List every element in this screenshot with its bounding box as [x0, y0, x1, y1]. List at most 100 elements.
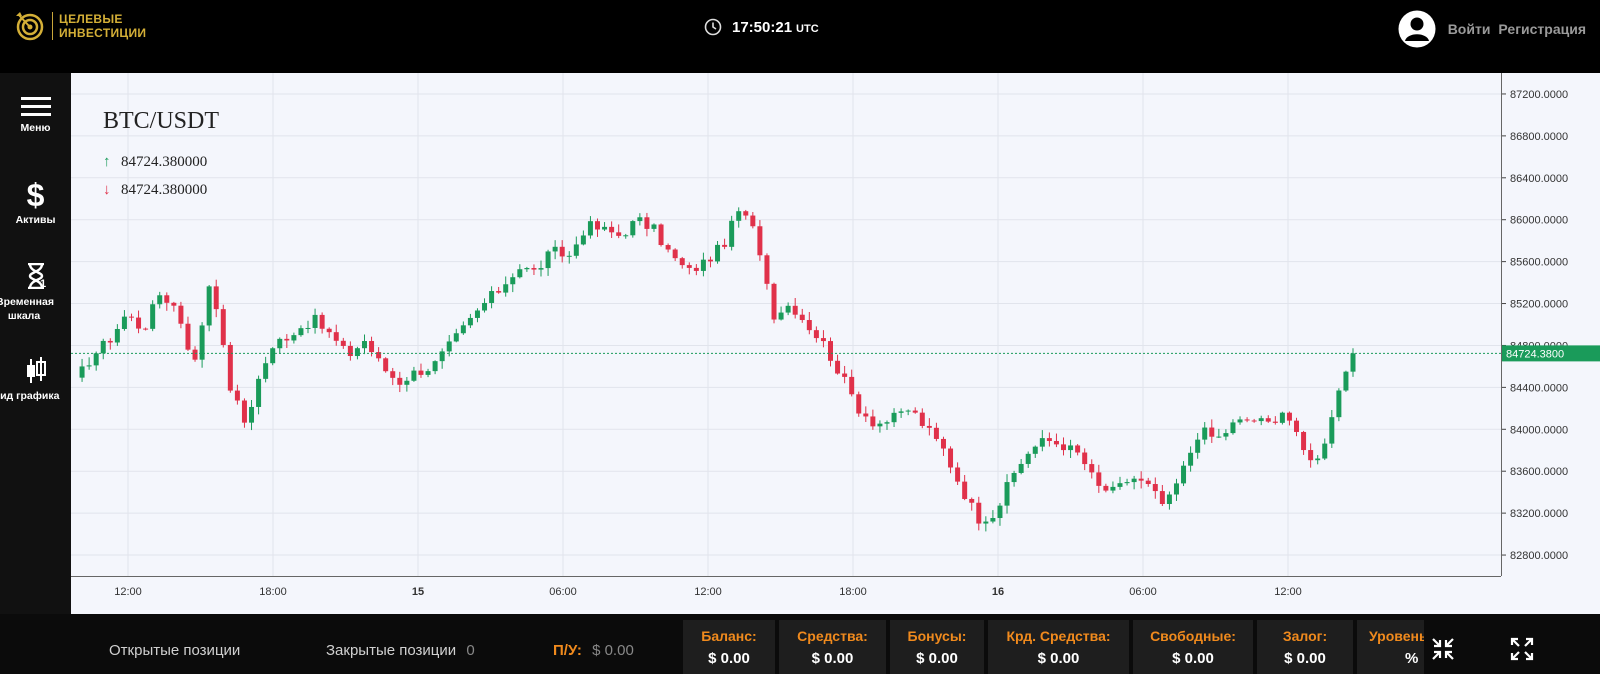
candle-body: [1279, 412, 1285, 423]
candle-body: [863, 413, 869, 417]
candle-body: [658, 224, 664, 246]
candle-body: [948, 448, 954, 468]
candle-body: [164, 295, 170, 303]
candle-body: [651, 224, 657, 229]
candle-body: [990, 518, 996, 522]
candle-body: [157, 295, 163, 305]
sidebar-item-timeframe[interactable]: 1 Временная шкала: [0, 261, 71, 323]
arrow-up-icon: ↑: [103, 154, 111, 170]
candle-body: [404, 380, 410, 385]
candle-body: [340, 340, 346, 346]
x-axis-tick-label: 06:00: [549, 586, 577, 598]
candle-body: [270, 348, 276, 364]
candle-body: [1216, 436, 1222, 438]
candle-body: [206, 286, 212, 326]
brand-logo[interactable]: ЦЕЛЕВЫЕ ИНВЕСТИЦИИ: [14, 10, 146, 42]
candle-body: [771, 283, 777, 320]
bid-price: ↓ 84724.380000: [103, 182, 207, 199]
timeframe-badge: 1: [40, 278, 47, 290]
dollar-icon: $: [26, 177, 45, 213]
server-clock: 17:50:21 UTC: [704, 18, 819, 36]
brand-line-1: ЦЕЛЕВЫЕ: [59, 12, 123, 26]
candle-body: [1138, 478, 1144, 481]
candle-body: [764, 255, 770, 284]
candle-body: [1237, 419, 1243, 423]
stat-label: Баланс:: [701, 628, 757, 644]
tab-open-positions[interactable]: Открытые позиции: [109, 642, 240, 659]
stat-label: Уровень: [1369, 628, 1424, 644]
expand-panel-button[interactable]: [1509, 636, 1537, 664]
candle-body: [354, 348, 360, 357]
x-axis-tick-label: 18:00: [839, 586, 867, 598]
candle-body: [213, 286, 219, 310]
candle-body: [587, 221, 593, 236]
candle-body: [842, 373, 848, 377]
price-chart[interactable]: 12:00 18:00 15 06:00 12:00 18:00 16 06:00 12:00 8…: [71, 73, 1600, 614]
candle-body: [1350, 353, 1356, 372]
candle-body: [136, 317, 142, 329]
sidebar-item-chart-type[interactable]: Вид графика: [0, 357, 71, 403]
sidebar-item-assets[interactable]: $ Активы: [0, 177, 71, 227]
user-avatar-icon[interactable]: [1398, 10, 1436, 48]
stat-label: Свободные:: [1150, 628, 1236, 644]
sidebar-item-label: Активы: [15, 214, 56, 226]
hamburger-icon: [20, 97, 51, 116]
candle-body: [121, 316, 127, 329]
candle-body: [305, 327, 311, 329]
candle-body: [609, 226, 615, 233]
candle-body: [729, 220, 735, 247]
stat-label: Средства:: [797, 628, 868, 644]
candle-body: [665, 245, 671, 250]
candle-body: [757, 226, 763, 256]
candle-body: [446, 341, 452, 352]
candle-body: [312, 314, 318, 328]
candle-body: [552, 246, 558, 252]
y-axis-tick-label: 87200.0000: [1510, 89, 1568, 101]
bid-price-value: 84724.380000: [121, 182, 208, 198]
candle-body: [969, 498, 975, 503]
candle-body: [1315, 458, 1321, 461]
candle-body: [114, 328, 120, 343]
candle-body: [1251, 420, 1257, 422]
candle-body: [672, 249, 678, 259]
login-link[interactable]: Войти: [1448, 21, 1491, 37]
candle-body: [1286, 412, 1292, 421]
candle-body: [715, 244, 721, 262]
candle-body: [835, 360, 841, 374]
candle-body: [602, 226, 608, 230]
clock-timezone: UTC: [796, 22, 819, 35]
stat-free-margin: Свободные: $ 0.00: [1133, 620, 1253, 674]
stat-value: %: [1405, 650, 1419, 667]
candle-body: [185, 323, 191, 350]
candle-body: [432, 361, 438, 372]
y-axis-tick-label: 85600.0000: [1510, 257, 1568, 269]
candle-body: [369, 341, 375, 353]
y-axis-tick-label: 86000.0000: [1510, 215, 1568, 227]
sidebar-item-menu[interactable]: Меню: [0, 97, 71, 135]
candle-body: [933, 427, 939, 439]
candle-body: [637, 217, 643, 222]
candle-body: [693, 267, 699, 271]
candlestick-icon: [26, 357, 46, 383]
candle-body: [1018, 463, 1024, 473]
candle-body: [997, 505, 1003, 519]
candle-body: [128, 316, 134, 318]
y-axis-tick-label: 86400.0000: [1510, 173, 1568, 185]
candle-body: [1173, 483, 1179, 495]
candle-body: [241, 400, 247, 423]
candle-body: [912, 410, 918, 413]
stat-value: $ 0.00: [916, 650, 958, 667]
candle-body: [792, 305, 798, 315]
register-link[interactable]: Регистрация: [1498, 21, 1586, 37]
y-axis-tick-label: 84000.0000: [1510, 424, 1568, 436]
ask-price: ↑ 84724.380000: [103, 154, 207, 171]
collapse-panel-button[interactable]: [1430, 636, 1458, 664]
x-axis-tick-label: 16: [992, 586, 1004, 598]
candle-body: [707, 259, 713, 262]
stat-balance: Баланс: $ 0.00: [683, 620, 775, 674]
candle-body: [249, 406, 255, 423]
tab-closed-positions[interactable]: Закрытые позиции 0: [326, 642, 475, 659]
arrow-down-icon: ↓: [103, 182, 111, 198]
candlestick-chart-canvas[interactable]: 12:00 18:00 15 06:00 12:00 18:00 16 06:00 12:00 8…: [71, 73, 1600, 614]
candle-body: [347, 345, 353, 357]
